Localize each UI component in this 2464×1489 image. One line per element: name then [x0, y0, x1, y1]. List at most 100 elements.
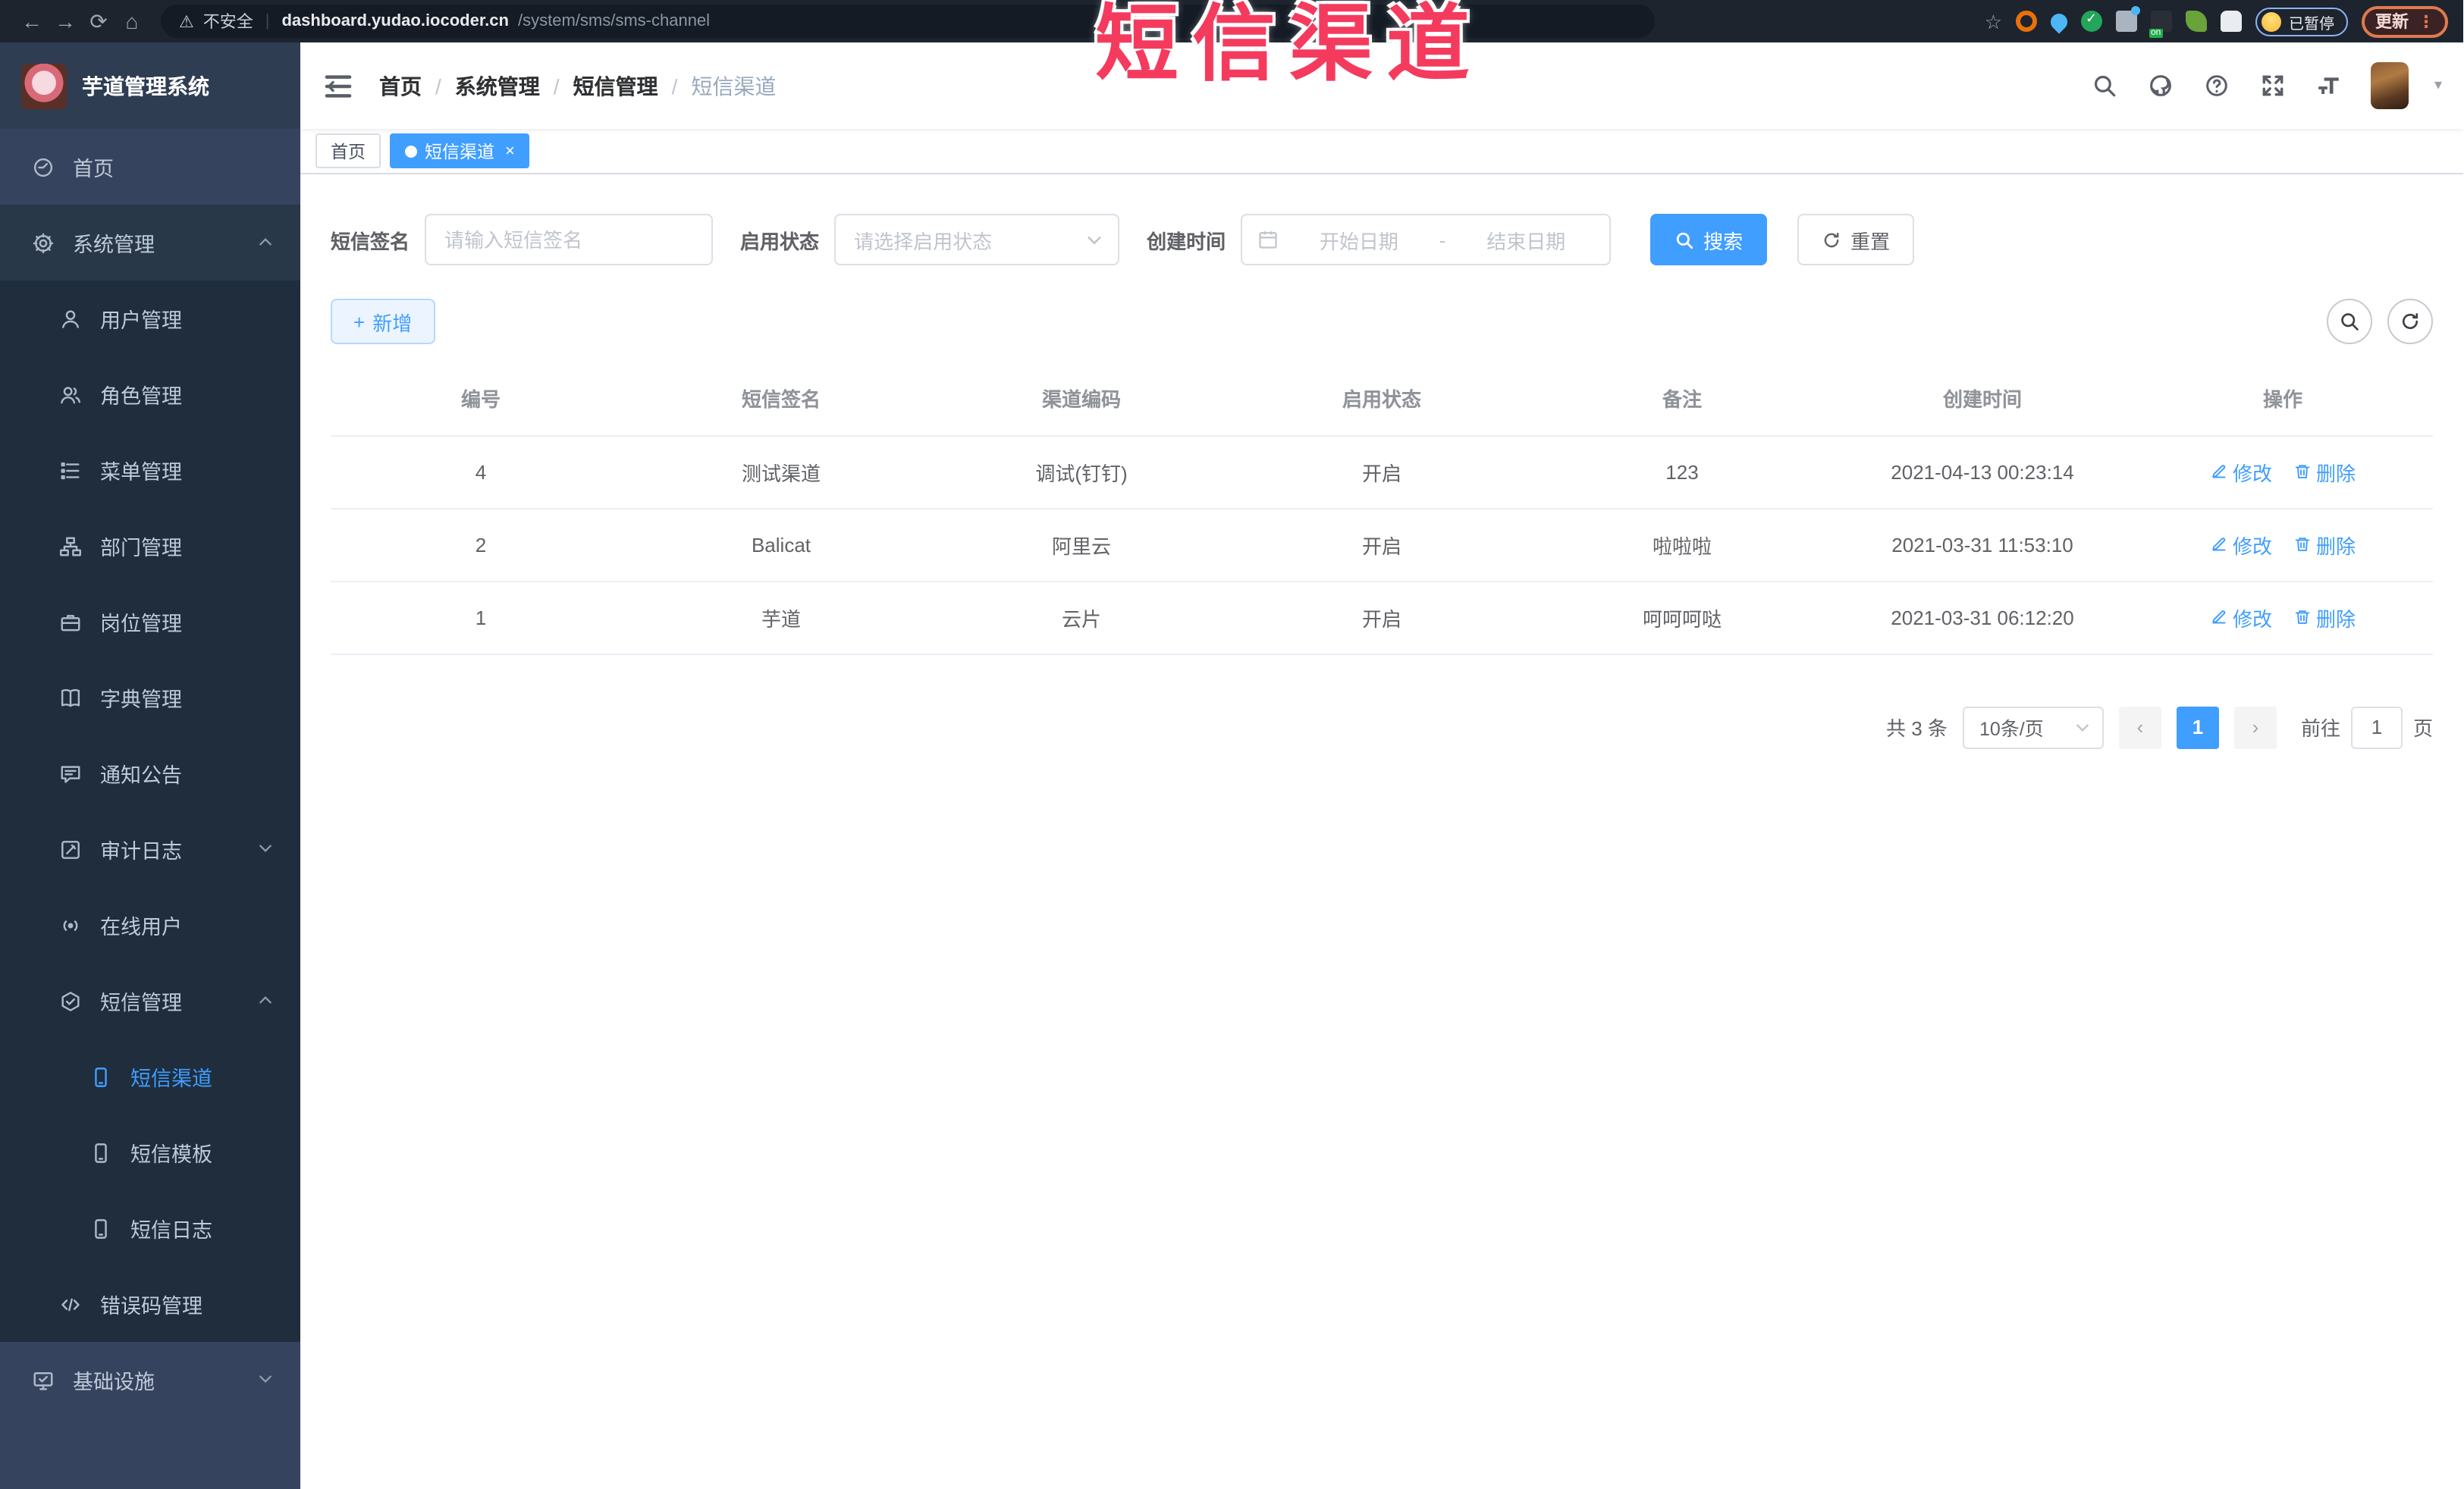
- toggle-search-button[interactable]: [2327, 299, 2372, 344]
- date-range-picker[interactable]: 开始日期 - 结束日期: [1241, 214, 1612, 265]
- chevron-down-icon[interactable]: ▾: [2434, 77, 2442, 94]
- dict-icon: [58, 685, 82, 710]
- paused-extension-chip[interactable]: 已暂停: [2255, 7, 2348, 36]
- cell-code: 调试(钉钉): [931, 435, 1232, 509]
- sidebar-item-menu[interactable]: 菜单管理: [0, 432, 300, 508]
- goto-page-input[interactable]: [2350, 706, 2403, 748]
- sidebar-item-label: 菜单管理: [100, 461, 182, 484]
- status-select[interactable]: 请选择启用状态: [834, 214, 1120, 265]
- url-host: dashboard.yudao.iocoder.cn: [281, 12, 509, 30]
- sidebar-item-phone[interactable]: 短信模板: [0, 1114, 300, 1190]
- sidebar-item-monitor[interactable]: 基础设施: [0, 1342, 300, 1418]
- sidebar-item-label: 系统管理: [73, 234, 155, 256]
- security-warning-icon: ⚠: [179, 13, 194, 31]
- menu-icon: [58, 458, 82, 482]
- edit-link[interactable]: 修改: [2210, 457, 2272, 486]
- cell-id: 4: [331, 435, 631, 509]
- close-icon[interactable]: ×: [505, 142, 515, 160]
- extension-switch-icon[interactable]: [2149, 11, 2172, 38]
- address-bar[interactable]: ⚠ 不安全 | dashboard.yudao.iocoder.cn/syste…: [161, 5, 1655, 38]
- tab-label: 短信渠道: [425, 143, 494, 161]
- sidebar-item-notice[interactable]: 通知公告: [0, 735, 300, 811]
- extension-check-icon[interactable]: [2081, 11, 2102, 32]
- extension-sliders-icon[interactable]: [2116, 6, 2140, 32]
- prev-page-button[interactable]: ‹: [2118, 706, 2161, 748]
- extension-orange-ring-icon[interactable]: [2016, 11, 2037, 32]
- browser-refresh-icon[interactable]: ⟳: [82, 5, 115, 38]
- avatar[interactable]: [2370, 62, 2409, 109]
- sidebar-item-online[interactable]: 在线用户: [0, 887, 300, 963]
- sidebar-item-label: 在线用户: [100, 916, 182, 939]
- browser-home-icon[interactable]: ⌂: [115, 5, 149, 38]
- edit-link[interactable]: 修改: [2210, 603, 2272, 632]
- sidebar-item-sms[interactable]: 短信管理: [0, 963, 300, 1039]
- sidebar-item-phone[interactable]: 短信日志: [0, 1190, 300, 1266]
- end-date-placeholder: 结束日期: [1486, 230, 1566, 252]
- edit-icon: [2210, 608, 2228, 626]
- action-label: 修改: [2232, 462, 2272, 484]
- action-label: 修改: [2232, 534, 2272, 557]
- add-button[interactable]: + 新增: [331, 299, 435, 344]
- pagination: 共 3 条 10条/页 ‹ 1 › 前往 页: [331, 706, 2433, 748]
- search-button[interactable]: 搜索: [1650, 214, 1768, 265]
- sidebar-item-phone[interactable]: 短信渠道: [0, 1039, 300, 1114]
- next-page-button[interactable]: ›: [2233, 706, 2277, 748]
- browser-back-icon[interactable]: ←: [15, 5, 49, 38]
- range-separator: -: [1439, 228, 1446, 251]
- sidebar-item-dict[interactable]: 字典管理: [0, 660, 300, 735]
- sidebar-logo-row[interactable]: 芋道管理系统: [0, 42, 300, 129]
- search-icon: [1676, 231, 1693, 249]
- extension-ghost-icon[interactable]: [2221, 11, 2242, 32]
- trash-icon: [2293, 608, 2312, 626]
- fullscreen-icon[interactable]: [2258, 71, 2289, 101]
- extension-leaf-icon[interactable]: [2186, 11, 2207, 32]
- sidebar-item-label: 角色管理: [100, 385, 182, 408]
- edit-link[interactable]: 修改: [2210, 530, 2272, 559]
- header-actions: ▾: [2090, 62, 2442, 109]
- breadcrumb-separator: /: [553, 74, 560, 98]
- active-dot-icon: [405, 145, 417, 157]
- delete-link[interactable]: 删除: [2293, 530, 2356, 559]
- browser-forward-icon[interactable]: →: [49, 5, 82, 38]
- sidebar-item-log[interactable]: 审计日志: [0, 811, 300, 887]
- sidebar-item-post[interactable]: 岗位管理: [0, 584, 300, 660]
- tab-短信渠道[interactable]: 短信渠道 ×: [390, 133, 530, 168]
- search-icon: [2341, 313, 2359, 331]
- search-icon[interactable]: [2090, 71, 2120, 101]
- sign-input[interactable]: [425, 214, 714, 265]
- breadcrumb: 首页 / 系统管理 / 短信管理 / 短信渠道: [379, 71, 776, 101]
- extension-pin-icon[interactable]: [2047, 9, 2071, 33]
- tree-icon: [58, 534, 82, 558]
- cell-code: 阿里云: [931, 508, 1232, 581]
- sidebar-item-tree[interactable]: 部门管理: [0, 508, 300, 584]
- bookmark-star-icon[interactable]: ☆: [1985, 11, 2002, 31]
- sidebar-item-role[interactable]: 角色管理: [0, 356, 300, 432]
- sidebar-item-label: 基础设施: [73, 1371, 155, 1393]
- browser-update-button[interactable]: 更新 ⋮: [2362, 5, 2448, 37]
- page-number-1[interactable]: 1: [2176, 706, 2219, 748]
- chevron-down-icon: [258, 1368, 273, 1391]
- delete-link[interactable]: 删除: [2293, 603, 2356, 632]
- browser-menu-icon[interactable]: ⋮: [2418, 11, 2434, 31]
- breadcrumb-item[interactable]: 首页: [379, 71, 422, 101]
- reset-button[interactable]: 重置: [1797, 214, 1915, 265]
- sidebar-item-label: 岗位管理: [100, 613, 182, 635]
- hamburger-icon[interactable]: [322, 69, 355, 102]
- help-icon[interactable]: [2202, 71, 2233, 101]
- breadcrumb-item[interactable]: 短信管理: [573, 71, 658, 101]
- sidebar-item-dashboard[interactable]: 首页: [0, 129, 300, 205]
- tab-首页[interactable]: 首页: [315, 133, 381, 168]
- sidebar-item-user[interactable]: 用户管理: [0, 281, 300, 356]
- update-label: 更新: [2375, 14, 2409, 32]
- github-icon[interactable]: [2146, 71, 2177, 101]
- font-size-icon[interactable]: [2315, 71, 2345, 101]
- column-header: 操作: [2133, 362, 2433, 436]
- refresh-table-button[interactable]: [2387, 299, 2433, 344]
- delete-link[interactable]: 删除: [2293, 457, 2356, 486]
- sidebar-item-code[interactable]: 错误码管理: [0, 1266, 300, 1342]
- page-size-select[interactable]: 10条/页: [1962, 706, 2104, 748]
- page-content: 短信签名 启用状态 请选择启用状态 创建时间 开始日期 - 结束日期 搜索: [300, 214, 2463, 748]
- security-label: 不安全: [202, 14, 253, 32]
- sidebar-item-gear[interactable]: 系统管理: [0, 205, 300, 281]
- breadcrumb-item[interactable]: 系统管理: [455, 71, 540, 101]
